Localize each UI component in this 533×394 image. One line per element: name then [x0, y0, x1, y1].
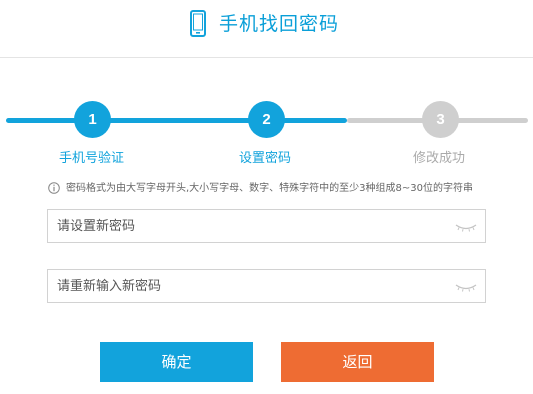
confirm-password-field — [47, 269, 486, 303]
back-button[interactable]: 返回 — [281, 342, 434, 382]
password-hint-text: 密码格式为由大写字母开头,大小写字母、数字、特殊字符中的至少3种组成8~30位的… — [66, 183, 474, 194]
step-2-label: 设置密码 — [239, 151, 292, 166]
progress-track-completed — [6, 118, 347, 123]
new-password-input[interactable] — [48, 210, 448, 242]
info-icon — [48, 182, 60, 194]
eye-closed-icon[interactable] — [455, 282, 477, 292]
step-1-label: 手机号验证 — [59, 151, 125, 166]
step-1-circle: 1 — [74, 101, 111, 138]
phone-icon — [190, 10, 206, 37]
confirm-password-input[interactable] — [48, 270, 448, 302]
step-2-circle: 2 — [248, 101, 285, 138]
step-3-label: 修改成功 — [413, 151, 466, 166]
page-title: 手机找回密码 — [219, 13, 340, 35]
confirm-button[interactable]: 确定 — [100, 342, 253, 382]
page-header: 手机找回密码 — [0, 0, 533, 58]
step-3-circle: 3 — [422, 101, 459, 138]
eye-closed-icon[interactable] — [455, 222, 477, 232]
new-password-field — [47, 209, 486, 243]
